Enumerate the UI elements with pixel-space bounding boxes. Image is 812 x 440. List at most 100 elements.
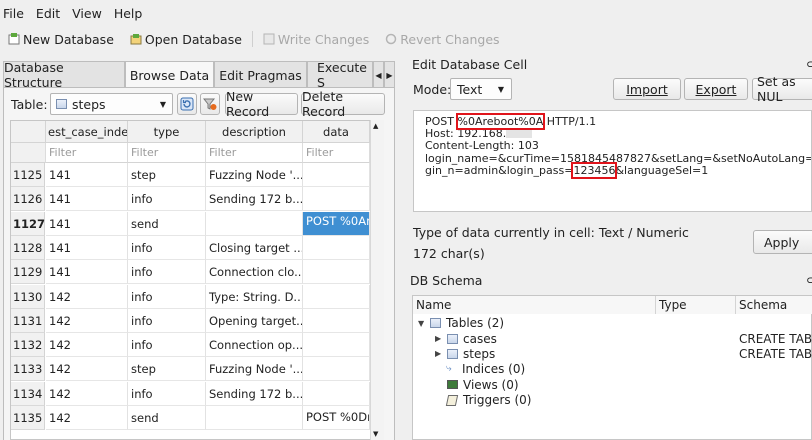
grid-cell-type[interactable]: step [128, 163, 206, 187]
tab-edit-pragmas[interactable]: Edit Pragmas [214, 61, 307, 88]
tab-execute-sql[interactable]: Execute S [307, 60, 373, 90]
schema-column-schema[interactable]: Schema [736, 296, 812, 314]
grid-cell-data[interactable] [303, 309, 370, 333]
filter-input-data[interactable]: Filter [303, 143, 370, 163]
grid-cell-data[interactable] [303, 236, 370, 260]
table-select[interactable]: steps ▼ [50, 93, 173, 115]
expand-right-icon[interactable]: ▶ [435, 334, 445, 343]
row-header[interactable]: 1128 [11, 236, 45, 260]
open-database-button[interactable]: Open Database [122, 27, 250, 51]
mode-select[interactable]: Text ▼ [450, 78, 512, 100]
grid-cell-desc[interactable]: Type: String. D... [206, 285, 303, 309]
tree-item-triggers[interactable]: Triggers (0) [435, 392, 531, 408]
grid-cell-desc[interactable]: Closing target ... [206, 236, 303, 260]
grid-cell-data[interactable] [303, 382, 370, 406]
grid-cell-desc[interactable]: Opening target... [206, 309, 303, 333]
grid-cell-case[interactable]: 141 [46, 212, 128, 236]
grid-cell-case[interactable]: 141 [46, 187, 128, 211]
grid-cell-data[interactable] [303, 163, 370, 187]
cell-editor-textarea[interactable]: POST %0Areboot%0A HTTP/1.1 Host: 192.168… [413, 110, 812, 212]
grid-cell-type[interactable]: send [128, 406, 206, 430]
expand-right-icon[interactable]: ▶ [435, 349, 445, 358]
apply-button[interactable]: Apply [753, 230, 812, 254]
row-header[interactable]: 1131 [11, 309, 45, 333]
write-changes-button[interactable]: Write Changes [255, 27, 377, 51]
grid-cell-case[interactable]: 142 [46, 333, 128, 357]
scroll-down-arrow[interactable]: ▼ [373, 430, 378, 438]
tab-database-structure[interactable]: Database Structure [3, 60, 125, 90]
grid-cell-type[interactable]: info [128, 260, 206, 284]
clear-filters-button[interactable] [200, 93, 220, 115]
menu-help[interactable]: Help [108, 6, 149, 21]
grid-cell-data[interactable] [303, 333, 370, 357]
tab-scroll-left-button[interactable]: ◀ [373, 61, 384, 88]
grid-cell-desc[interactable]: Sending 172 b... [206, 187, 303, 211]
grid-cell-type[interactable]: info [128, 309, 206, 333]
grid-cell-case[interactable]: 142 [46, 309, 128, 333]
scroll-up-arrow[interactable]: ▲ [373, 122, 378, 130]
row-header[interactable]: 1130 [11, 285, 45, 309]
filter-input-type[interactable]: Filter [128, 143, 206, 163]
row-header[interactable]: 1126 [11, 187, 45, 211]
grid-cell-case[interactable]: 142 [46, 406, 128, 430]
revert-changes-button[interactable]: Revert Changes [377, 27, 507, 51]
menu-edit[interactable]: Edit [30, 6, 66, 21]
grid-cell-desc[interactable]: Connection op... [206, 333, 303, 357]
row-header[interactable]: 1132 [11, 333, 45, 357]
grid-cell-data[interactable] [303, 357, 370, 381]
import-button[interactable]: Import [613, 78, 681, 100]
grid-cell-type[interactable]: info [128, 333, 206, 357]
filter-input-description[interactable]: Filter [206, 143, 303, 163]
export-button[interactable]: Export [684, 78, 748, 100]
tree-item-cases[interactable]: ▶ cases [435, 331, 497, 346]
tab-browse-data[interactable]: Browse Data [125, 61, 214, 89]
row-header[interactable]: 1135 [11, 406, 45, 430]
row-header[interactable]: 1127 [11, 212, 45, 236]
grid-cell-case[interactable]: 142 [46, 285, 128, 309]
grid-cell-data[interactable]: POST %0Ar... [303, 212, 370, 236]
grid-cell-type[interactable]: info [128, 236, 206, 260]
grid-cell-type[interactable]: info [128, 382, 206, 406]
tree-item-tables[interactable]: ▼ Tables (2) [418, 315, 504, 331]
refresh-button[interactable] [177, 93, 197, 115]
panel-float-icon[interactable]: ⊂ [806, 57, 812, 71]
grid-cell-data[interactable]: POST %0Dr... [303, 406, 370, 430]
grid-cell-case[interactable]: 142 [46, 357, 128, 381]
grid-cell-data[interactable] [303, 260, 370, 284]
row-header[interactable]: 1125 [11, 163, 45, 187]
grid-cell-type[interactable]: send [128, 212, 206, 236]
column-header-test-case-index[interactable]: est_case_inde» [46, 121, 128, 143]
schema-column-type[interactable]: Type [656, 296, 736, 314]
tree-item-indices[interactable]: ⤷ Indices (0) [435, 361, 525, 377]
menu-view[interactable]: View [66, 6, 108, 21]
column-header-description[interactable]: description [206, 121, 303, 143]
tree-item-steps[interactable]: ▶ steps [435, 346, 495, 361]
row-header[interactable]: 1133 [11, 357, 45, 381]
column-header-data[interactable]: data [303, 121, 370, 143]
grid-cell-desc[interactable]: Fuzzing Node '... [206, 163, 303, 187]
expand-down-icon[interactable]: ▼ [418, 319, 428, 328]
column-header-type[interactable]: type [128, 121, 206, 143]
grid-cell-type[interactable]: step [128, 357, 206, 381]
delete-record-button[interactable]: Delete Record [301, 89, 385, 119]
set-as-null-button[interactable]: Set as NUL [752, 74, 812, 104]
grid-cell-case[interactable]: 141 [46, 163, 128, 187]
grid-cell-type[interactable]: info [128, 187, 206, 211]
grid-cell-desc[interactable]: Connection clo... [206, 260, 303, 284]
grid-cell-data[interactable] [303, 285, 370, 309]
grid-cell-desc[interactable]: Fuzzing Node '... [206, 357, 303, 381]
panel-float-icon[interactable]: ⊂ [806, 273, 812, 287]
row-header[interactable]: 1129 [11, 260, 45, 284]
grid-cell-desc[interactable]: Sending 172 b... [206, 382, 303, 406]
grid-cell-case[interactable]: 142 [46, 382, 128, 406]
schema-column-name[interactable]: Name [413, 296, 656, 314]
grid-cell-desc[interactable] [206, 212, 303, 236]
filter-input-test-case-index[interactable]: Filter [46, 143, 128, 163]
row-header[interactable]: 1134 [11, 382, 45, 406]
tab-scroll-right-button[interactable]: ▶ [384, 61, 395, 88]
grid-vertical-scrollbar[interactable]: ▲ ▼ [370, 120, 384, 440]
grid-cell-data[interactable] [303, 187, 370, 211]
grid-cell-desc[interactable] [206, 406, 303, 430]
grid-cell-case[interactable]: 141 [46, 236, 128, 260]
new-record-button[interactable]: New Record [225, 89, 298, 119]
